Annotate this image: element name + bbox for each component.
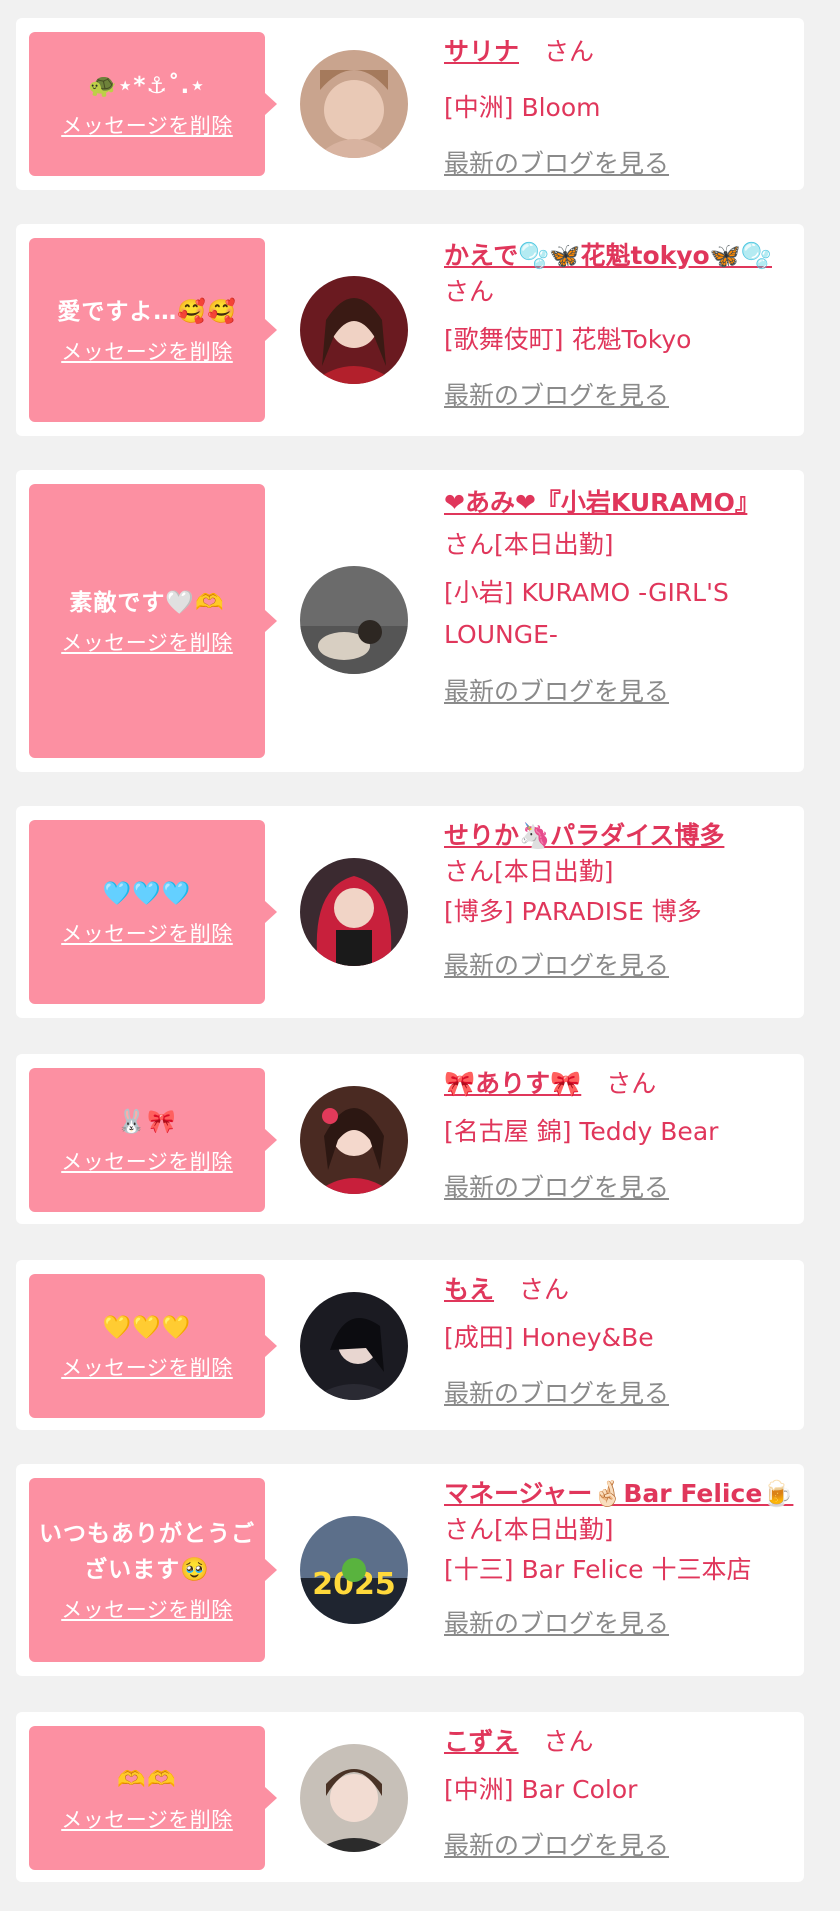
message-text: 愛ですよ…🥰🥰 xyxy=(57,299,237,325)
sender-info: 🎀ありす🎀 さん [名古屋 錦] Teddy Bear 最新のブログを見る xyxy=(444,1066,796,1206)
delete-message-link[interactable]: メッセージを削除 xyxy=(61,918,233,948)
shop-name: [成田] Honey&Be xyxy=(444,1323,654,1352)
message-bubble: 🫶🫶 メッセージを削除 xyxy=(29,1726,277,1870)
sender-name-link[interactable]: サリナ xyxy=(444,37,519,66)
delete-message-link[interactable]: メッセージを削除 xyxy=(61,1352,233,1382)
message-bubble: 🩵🩵🩵 メッセージを削除 xyxy=(29,820,277,1004)
latest-blog-link[interactable]: 最新のブログを見る xyxy=(444,948,796,984)
message-card: 🩵🩵🩵 メッセージを削除 せりか🦄パラダイス博多 さん[本日出勤] [博多] P… xyxy=(16,806,804,1018)
status-label: [本日出勤] xyxy=(494,1515,614,1544)
message-text: 🩵🩵🩵 xyxy=(102,881,192,907)
message-text: いつもありがとうございます🥹 xyxy=(39,1521,255,1583)
sender-name-link[interactable]: かえで🫧🦋花魁tokyo🦋🫧 xyxy=(444,241,772,270)
message-card: いつもありがとうございます🥹 メッセージを削除 2025 マネージャー🤞🏻Bar… xyxy=(16,1464,804,1676)
sender-name-link[interactable]: ❤あみ❤『小岩KURAMO』 xyxy=(444,488,747,517)
message-bubble: 愛ですよ…🥰🥰 メッセージを削除 xyxy=(29,238,277,422)
avatar[interactable] xyxy=(300,566,408,674)
latest-blog-link[interactable]: 最新のブログを見る xyxy=(444,1376,796,1412)
message-card: 愛ですよ…🥰🥰 メッセージを削除 かえで🫧🦋花魁tokyo🦋🫧 さん [歌舞伎町… xyxy=(16,224,804,436)
sender-name-link[interactable]: マネージャー🤞🏻Bar Felice🍺 xyxy=(444,1479,793,1508)
message-bubble: 素敵です🤍🫶 メッセージを削除 xyxy=(29,484,277,758)
delete-message-link[interactable]: メッセージを削除 xyxy=(61,1594,233,1624)
latest-blog-link[interactable]: 最新のブログを見る xyxy=(444,1606,796,1642)
message-bubble: 🐢⋆*⚓︎˚.⋆ メッセージを削除 xyxy=(29,32,277,176)
message-card: 🫶🫶 メッセージを削除 こずえ さん [中洲] Bar Color 最新のブログ… xyxy=(16,1712,804,1882)
message-card: 🐰🎀 メッセージを削除 🎀ありす🎀 さん [名古屋 錦] Teddy Bear … xyxy=(16,1054,804,1224)
delete-message-link[interactable]: メッセージを削除 xyxy=(61,110,233,140)
honorific: さん xyxy=(544,37,595,66)
delete-message-link[interactable]: メッセージを削除 xyxy=(61,627,233,657)
message-bubble: 🐰🎀 メッセージを削除 xyxy=(29,1068,277,1212)
sender-info: サリナ さん [中洲] Bloom 最新のブログを見る xyxy=(444,34,796,182)
honorific: さん xyxy=(519,1275,570,1304)
message-text: 🐢⋆*⚓︎˚.⋆ xyxy=(88,73,206,99)
avatar[interactable] xyxy=(300,858,408,966)
message-bubble: 💛💛💛 メッセージを削除 xyxy=(29,1274,277,1418)
sender-info: こずえ さん [中洲] Bar Color 最新のブログを見る xyxy=(444,1724,796,1864)
shop-name: [博多] PARADISE 博多 xyxy=(444,897,702,926)
avatar[interactable] xyxy=(300,1744,408,1852)
delete-message-link[interactable]: メッセージを削除 xyxy=(61,1804,233,1834)
avatar[interactable]: 2025 xyxy=(300,1516,408,1624)
avatar[interactable] xyxy=(300,1292,408,1400)
honorific: さん xyxy=(444,530,495,559)
sender-info: せりか🦄パラダイス博多 さん[本日出勤] [博多] PARADISE 博多 最新… xyxy=(444,818,796,984)
status-label: [本日出勤] xyxy=(494,857,614,886)
avatar[interactable] xyxy=(300,50,408,158)
message-card: 🐢⋆*⚓︎˚.⋆ メッセージを削除 サリナ さん [中洲] Bloom 最新のブ… xyxy=(16,18,804,190)
shop-name: [中洲] Bloom xyxy=(444,93,601,122)
latest-blog-link[interactable]: 最新のブログを見る xyxy=(444,674,796,710)
sender-name-link[interactable]: 🎀ありす🎀 xyxy=(444,1069,581,1098)
shop-name: [名古屋 錦] Teddy Bear xyxy=(444,1117,719,1146)
message-card: 💛💛💛 メッセージを削除 もえ さん [成田] Honey&Be 最新のブログを… xyxy=(16,1260,804,1430)
shop-name: [十三] Bar Felice 十三本店 xyxy=(444,1555,752,1584)
sender-name-link[interactable]: こずえ xyxy=(444,1727,519,1756)
delete-message-link[interactable]: メッセージを削除 xyxy=(61,336,233,366)
honorific: さん xyxy=(543,1727,594,1756)
message-text: 🫶🫶 xyxy=(117,1767,177,1793)
honorific: さん xyxy=(444,857,495,886)
avatar[interactable] xyxy=(300,1086,408,1194)
sender-info: マネージャー🤞🏻Bar Felice🍺 さん[本日出勤] [十三] Bar Fe… xyxy=(444,1476,796,1642)
honorific: さん xyxy=(444,277,495,306)
message-list: 🐢⋆*⚓︎˚.⋆ メッセージを削除 サリナ さん [中洲] Bloom 最新のブ… xyxy=(0,0,840,1911)
message-text: 素敵です🤍🫶 xyxy=(69,590,225,616)
sender-name-link[interactable]: せりか🦄パラダイス博多 xyxy=(444,821,724,850)
message-text: 💛💛💛 xyxy=(102,1315,192,1341)
avatar[interactable] xyxy=(300,276,408,384)
latest-blog-link[interactable]: 最新のブログを見る xyxy=(444,146,796,182)
shop-name: [小岩] KURAMO -GIRL'S LOUNGE- xyxy=(444,578,729,649)
latest-blog-link[interactable]: 最新のブログを見る xyxy=(444,1828,796,1864)
honorific: さん xyxy=(606,1069,657,1098)
latest-blog-link[interactable]: 最新のブログを見る xyxy=(444,378,796,414)
shop-name: [中洲] Bar Color xyxy=(444,1775,638,1804)
latest-blog-link[interactable]: 最新のブログを見る xyxy=(444,1170,796,1206)
message-text: 🐰🎀 xyxy=(117,1109,177,1135)
message-bubble: いつもありがとうございます🥹 メッセージを削除 xyxy=(29,1478,277,1662)
message-card: 素敵です🤍🫶 メッセージを削除 ❤あみ❤『小岩KURAMO』 さん[本日出勤] … xyxy=(16,470,804,772)
sender-info: かえで🫧🦋花魁tokyo🦋🫧 さん [歌舞伎町] 花魁Tokyo 最新のブログを… xyxy=(444,238,796,414)
sender-info: ❤あみ❤『小岩KURAMO』 さん[本日出勤] [小岩] KURAMO -GIR… xyxy=(444,482,796,710)
honorific: さん xyxy=(444,1515,495,1544)
delete-message-link[interactable]: メッセージを削除 xyxy=(61,1146,233,1176)
status-label: [本日出勤] xyxy=(494,530,614,559)
sender-info: もえ さん [成田] Honey&Be 最新のブログを見る xyxy=(444,1272,796,1412)
shop-name: [歌舞伎町] 花魁Tokyo xyxy=(444,325,692,354)
sender-name-link[interactable]: もえ xyxy=(444,1275,494,1304)
